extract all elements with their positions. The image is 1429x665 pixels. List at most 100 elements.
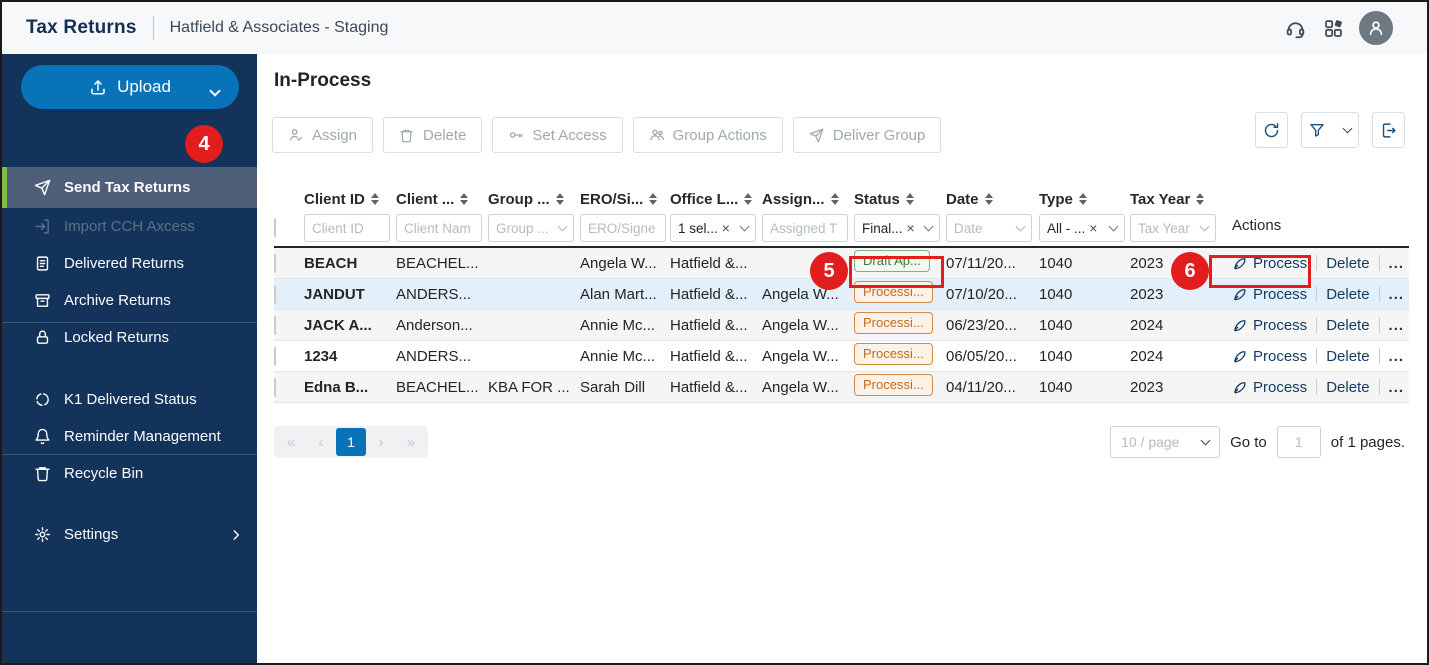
column-header-office-location[interactable]: Office L...	[670, 191, 762, 208]
row-checkbox[interactable]	[274, 253, 276, 273]
more-actions-button[interactable]: ...	[1389, 255, 1405, 272]
actions-divider	[1378, 348, 1380, 364]
group-filter-select[interactable]: Group ...	[488, 214, 574, 242]
sidebar-item-delivered-returns[interactable]: Delivered Returns	[2, 245, 257, 282]
column-header-assigned-to[interactable]: Assign...	[762, 191, 854, 208]
client-name-cell: ANDERS...	[396, 285, 472, 303]
sidebar-item-archive-returns[interactable]: Archive Returns	[2, 282, 257, 319]
delete-row-button[interactable]: Delete	[1326, 286, 1369, 303]
column-header-tax-year[interactable]: Tax Year	[1130, 191, 1220, 208]
process-button[interactable]: Process	[1232, 379, 1307, 396]
column-header-group[interactable]: Group ...	[488, 191, 580, 208]
client-name-cell: ANDERS...	[396, 347, 472, 365]
select-all-checkbox[interactable]	[274, 218, 276, 237]
tax-year-filter-select[interactable]: Tax Year	[1130, 214, 1216, 242]
sidebar-item-locked-returns[interactable]: Locked Returns	[2, 319, 257, 356]
actions-divider	[1316, 286, 1318, 302]
delete-row-button[interactable]: Delete	[1326, 348, 1369, 365]
next-page-button[interactable]: ›	[366, 428, 396, 456]
ero-signer-filter-input[interactable]	[580, 214, 666, 242]
column-header-ero-signer[interactable]: ERO/Si...	[580, 191, 670, 208]
office-location-filter-select[interactable]: 1 sel... ×	[670, 214, 756, 242]
row-checkbox[interactable]	[274, 346, 276, 366]
delete-button[interactable]: Delete	[383, 117, 483, 153]
first-page-button[interactable]: «	[276, 428, 306, 456]
group-actions-button[interactable]: Group Actions	[632, 117, 783, 153]
filter-button[interactable]	[1301, 112, 1359, 148]
deliver-group-button[interactable]: Deliver Group	[792, 117, 942, 153]
archive-box-icon	[34, 292, 51, 309]
lock-icon	[34, 329, 51, 346]
sidebar-item-send-tax-returns[interactable]: Send Tax Returns	[2, 167, 257, 208]
clear-filter-icon[interactable]: ×	[722, 220, 730, 236]
office-location-cell: Hatfield &...	[670, 254, 748, 272]
table-tools	[1255, 112, 1405, 148]
actions-divider	[1378, 255, 1380, 271]
date-cell: 06/23/20...	[946, 316, 1017, 334]
more-actions-button[interactable]: ...	[1389, 317, 1405, 334]
column-header-status[interactable]: Status	[854, 191, 946, 208]
funnel-icon	[1310, 124, 1324, 137]
upload-button[interactable]: Upload	[21, 65, 239, 109]
refresh-button[interactable]	[1255, 112, 1288, 148]
annotation-rect-status	[849, 256, 944, 288]
tax-year-cell: 2024	[1130, 316, 1164, 334]
date-filter-select[interactable]: Date	[946, 214, 1032, 242]
sidebar-divider	[2, 322, 257, 323]
client-name-cell: BEACHEL...	[396, 378, 479, 396]
clear-filter-icon[interactable]: ×	[1089, 220, 1097, 236]
paper-plane-icon	[809, 127, 825, 143]
column-header-client-id[interactable]: Client ID	[304, 191, 396, 208]
headset-support-icon[interactable]	[1283, 16, 1307, 40]
client-name-filter-input[interactable]	[396, 214, 482, 242]
delete-row-button[interactable]: Delete	[1326, 317, 1369, 334]
process-button[interactable]: Process	[1232, 286, 1307, 303]
sidebar-item-label: Recycle Bin	[64, 465, 144, 482]
ero-signer-cell: Annie Mc...	[580, 316, 656, 334]
status-filter-select[interactable]: Final... ×	[854, 214, 940, 242]
current-page-button[interactable]: 1	[336, 428, 366, 456]
row-checkbox[interactable]	[274, 377, 276, 397]
set-access-button[interactable]: Set Access	[492, 117, 623, 153]
goto-page-input[interactable]	[1276, 426, 1321, 458]
user-avatar[interactable]	[1359, 11, 1393, 45]
export-button[interactable]	[1372, 112, 1405, 148]
process-button[interactable]: Process	[1232, 317, 1307, 334]
clear-filter-icon[interactable]: ×	[907, 220, 915, 236]
row-checkbox[interactable]	[274, 284, 276, 304]
chevron-down-icon	[557, 221, 568, 231]
sidebar-item-k1-delivered-status[interactable]: K1 Delivered Status	[2, 381, 257, 418]
client-id-filter-input[interactable]	[304, 214, 390, 242]
previous-page-button[interactable]: ‹	[306, 428, 336, 456]
assign-person-icon	[288, 127, 304, 143]
row-checkbox[interactable]	[274, 315, 276, 335]
process-button[interactable]: Process	[1232, 348, 1307, 365]
more-actions-button[interactable]: ...	[1389, 286, 1405, 303]
last-page-button[interactable]: »	[396, 428, 426, 456]
apps-grid-icon[interactable]	[1321, 16, 1345, 40]
app-title: Tax Returns	[26, 17, 137, 38]
column-header-type[interactable]: Type	[1039, 191, 1130, 208]
ero-signer-cell: Angela W...	[580, 254, 657, 272]
page-size-select[interactable]: 10 / page	[1110, 426, 1221, 458]
more-actions-button[interactable]: ...	[1389, 379, 1405, 396]
more-actions-button[interactable]: ...	[1389, 348, 1405, 365]
sidebar-item-reminder-management[interactable]: Reminder Management	[2, 418, 257, 455]
chevron-right-icon	[229, 528, 243, 542]
column-header-date[interactable]: Date	[946, 191, 1039, 208]
tax-year-cell: 2024	[1130, 347, 1164, 365]
office-location-cell: Hatfield &...	[670, 316, 748, 334]
assigned-to-filter-input[interactable]	[762, 214, 848, 242]
assign-button[interactable]: Assign	[272, 117, 374, 153]
client-id-cell: BEACH	[304, 254, 358, 272]
tax-year-cell: 2023	[1130, 285, 1164, 303]
date-cell: 06/05/20...	[946, 347, 1017, 365]
column-header-client-name[interactable]: Client ...	[396, 191, 488, 208]
type-filter-select[interactable]: All - ... ×	[1039, 214, 1125, 242]
sidebar-item-settings[interactable]: Settings	[2, 516, 257, 553]
delete-row-button[interactable]: Delete	[1326, 379, 1369, 396]
type-cell: 1040	[1039, 347, 1073, 365]
sidebar-item-recycle-bin[interactable]: Recycle Bin	[2, 455, 257, 492]
date-cell: 07/10/20...	[946, 285, 1017, 303]
delete-row-button[interactable]: Delete	[1326, 255, 1369, 272]
